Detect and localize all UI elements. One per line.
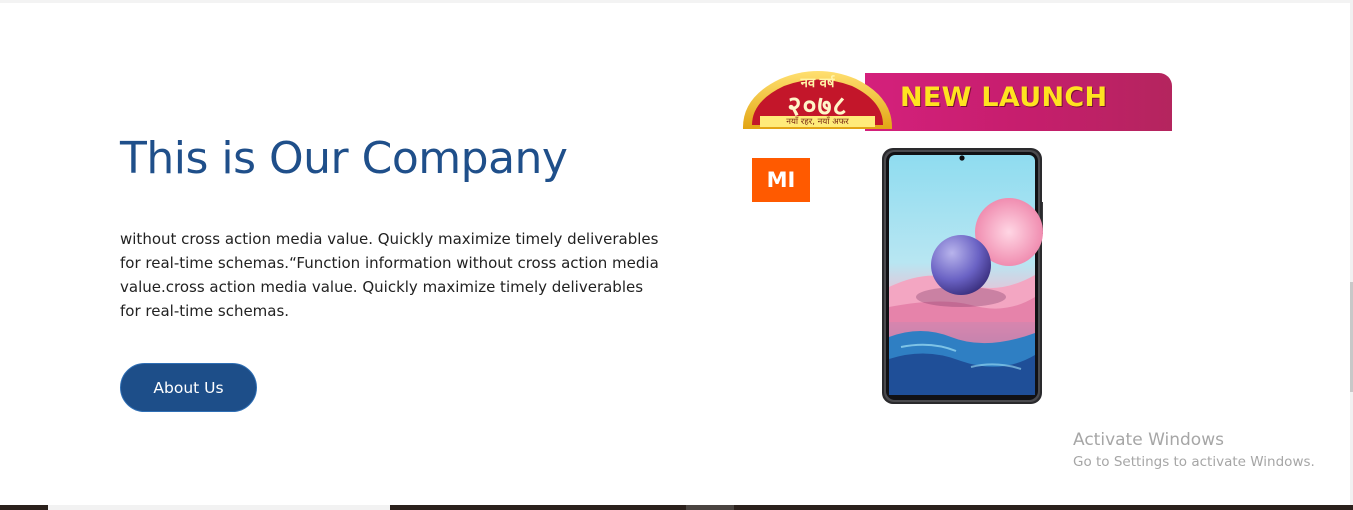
phone-illustration	[882, 148, 1044, 404]
watermark-subtitle: Go to Settings to activate Windows.	[1073, 454, 1315, 470]
badge-subtitle: नयाँ रहर, नयाँ अफर	[760, 116, 875, 127]
windows-activation-watermark: Activate Windows Go to Settings to activ…	[1073, 430, 1315, 470]
phone-image	[881, 147, 1044, 405]
section-title: This is Our Company	[120, 133, 568, 184]
top-divider	[0, 0, 1353, 3]
banner-headline: NEW LAUNCH	[900, 82, 1108, 113]
watermark-title: Activate Windows	[1073, 430, 1224, 450]
section-description: without cross action media value. Quickl…	[120, 230, 659, 320]
about-us-button[interactable]: About Us	[120, 363, 257, 412]
new-year-banner: NEW LAUNCH नव वर्ष २०७८ नयाँ रहर, नयाँ अ…	[740, 69, 1172, 132]
next-section-strip-gray	[686, 505, 734, 510]
next-section-strip-light	[48, 505, 390, 510]
new-year-badge: नव वर्ष २०७८ नयाँ रहर, नयाँ अफर	[740, 69, 895, 132]
xiaomi-logo: MI	[752, 158, 810, 202]
